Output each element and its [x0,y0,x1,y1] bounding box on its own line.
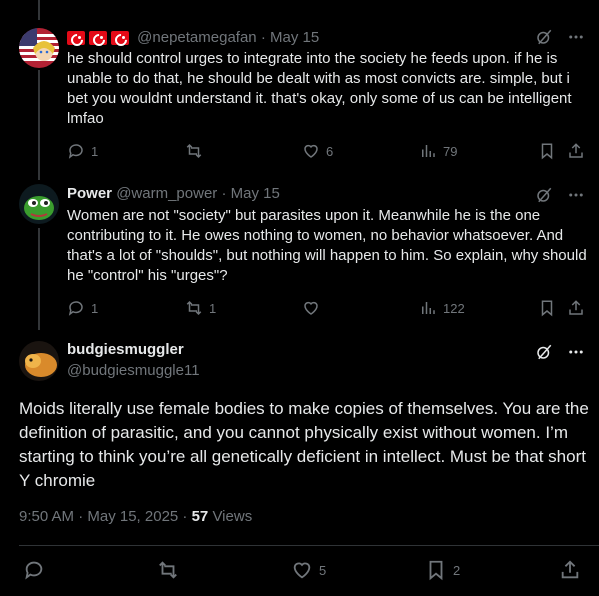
share-icon [567,142,585,160]
grok-icon[interactable] [535,28,553,46]
share-button[interactable] [559,559,581,581]
bookmark-count: 2 [453,562,461,578]
turkey-flag-icon [67,31,85,45]
thread-line-2 [38,228,40,330]
thread-line-1 [38,70,40,180]
tweet-header-icons [535,186,585,204]
tweet-meta: 9:50 AM · May 15, 2025 · 57 Views [19,508,252,525]
grok-icon[interactable] [535,186,553,204]
flag-icons [67,31,129,45]
handle[interactable]: @budgiesmuggle11 [67,362,200,379]
repost-button[interactable] [157,559,185,581]
reply-count: 1 [91,143,99,159]
views-label: Views [208,508,253,525]
views-button[interactable]: 122 [419,299,465,317]
divider [19,545,599,546]
repost-button[interactable]: 1 [185,299,216,317]
previous-tweet-actions-clip [60,0,599,6]
bookmark-button[interactable]: 2 [425,559,460,581]
share-icon [567,299,585,317]
heart-icon [302,299,320,317]
separator: · [221,185,227,202]
timestamp[interactable]: 9:50 AM · May 15, 2025 · [19,508,192,525]
more-icon[interactable] [567,186,585,204]
tweet-date[interactable]: May 15 [270,29,319,46]
reply-icon [67,142,85,160]
views-count: 57 [191,508,209,525]
share-icon [559,559,581,581]
repost-icon [185,142,203,160]
view-count: 79 [443,143,458,159]
tweet-actions: 5 2 [19,559,585,583]
avatar[interactable] [19,341,59,381]
bookmark-icon [538,299,556,317]
share-button[interactable] [567,299,585,317]
more-icon[interactable] [567,28,585,46]
tweet-header: @nepetamegafan · May 15 [67,28,319,48]
tweet-actions: 1 1 122 [67,299,587,319]
tweet-text: Moids literally use female bodies to mak… [19,399,589,490]
more-icon[interactable] [567,343,585,361]
like-button[interactable]: 6 [302,142,333,160]
heart-icon [291,559,313,581]
repost-icon [185,299,203,317]
view-count: 122 [443,300,465,316]
separator: · [260,29,266,46]
grok-icon[interactable] [535,343,553,361]
bookmark-button[interactable] [538,299,556,317]
reply-icon [67,299,85,317]
views-icon [419,142,437,160]
repost-count: 1 [209,300,217,316]
avatar[interactable] [19,28,59,68]
bookmark-button[interactable] [538,142,556,160]
handle[interactable]: @nepetamegafan [137,29,256,46]
views-button[interactable]: 79 [419,142,457,160]
reply-button[interactable]: 1 [67,299,98,317]
bookmark-icon [538,142,556,160]
reply-button[interactable]: 1 [67,142,98,160]
tweet-text: Women are not "society" but parasites up… [67,207,587,284]
bookmark-icon [425,559,447,581]
tweet-actions: 1 6 79 [67,142,587,162]
turkey-flag-icon [111,31,129,45]
like-button[interactable] [302,299,326,317]
handle[interactable]: @warm_power [116,185,217,202]
like-count: 5 [319,562,327,578]
repost-button[interactable] [185,142,209,160]
share-button[interactable] [567,142,585,160]
heart-icon [302,142,320,160]
tweet-header: Power @warm_power · May 15 [67,184,280,204]
tweet-header-icons [535,343,585,361]
display-name[interactable]: budgiesmuggler [67,341,184,358]
tweet-text: he should control urges to integrate int… [67,50,572,127]
tweet-date[interactable]: May 15 [231,185,280,202]
like-count: 6 [326,143,334,159]
repost-icon [157,559,179,581]
reply-icon [23,559,45,581]
like-button[interactable]: 5 [291,559,326,581]
views-icon [419,299,437,317]
avatar[interactable] [19,184,59,224]
turkey-flag-icon [89,31,107,45]
thread-line-top [38,0,40,20]
reply-button[interactable] [23,559,51,581]
reply-count: 1 [91,300,99,316]
display-name[interactable]: Power [67,185,112,202]
tweet-header-icons [535,28,585,46]
